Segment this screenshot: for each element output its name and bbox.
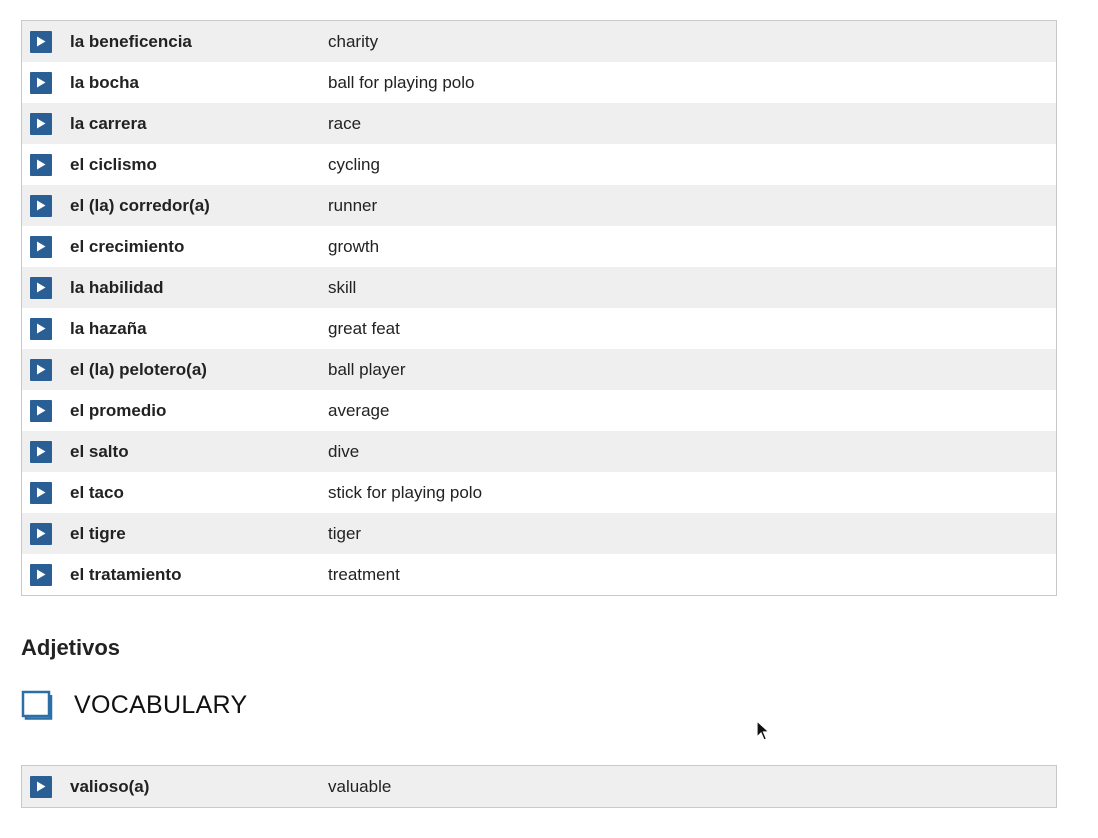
play-icon: [37, 364, 46, 375]
vocab-meaning: runner: [328, 195, 378, 215]
vocab-meaning: charity: [328, 31, 379, 51]
vocab-word: el ciclismo: [70, 154, 157, 174]
play-icon: [37, 446, 46, 457]
vocab-row: valioso(a) valuable: [22, 766, 1056, 807]
play-icon: [37, 118, 46, 129]
vocab-word: la carrera: [70, 113, 147, 133]
play-icon: [37, 405, 46, 416]
play-icon: [37, 487, 46, 498]
play-icon: [37, 200, 46, 211]
vocab-meaning: great feat: [328, 318, 400, 338]
vocab-word: la bocha: [70, 72, 139, 92]
play-icon: [37, 77, 46, 88]
vocab-meaning: cycling: [328, 154, 380, 174]
mouse-cursor-icon: [756, 720, 770, 741]
vocab-row: la habilidad skill: [22, 267, 1056, 308]
vocab-row: el (la) pelotero(a) ball player: [22, 349, 1056, 390]
vocab-row: la carrera race: [22, 103, 1056, 144]
vocab-meaning: race: [328, 113, 362, 133]
play-icon: [37, 323, 46, 334]
adjective-vocabulary-table: valioso(a) valuable: [21, 765, 1057, 808]
vocab-word: la habilidad: [70, 277, 164, 297]
play-audio-button[interactable]: [30, 30, 52, 53]
play-icon: [37, 241, 46, 252]
vocab-meaning: stick for playing polo: [328, 482, 483, 502]
play-icon: [37, 282, 46, 293]
vocab-word: la hazaña: [70, 318, 147, 338]
play-audio-button[interactable]: [30, 522, 52, 545]
book-icon: [21, 690, 53, 720]
play-audio-button[interactable]: [30, 153, 52, 176]
play-icon: [37, 781, 46, 792]
vocab-word: el salto: [70, 441, 129, 461]
play-icon: [37, 159, 46, 170]
vocab-meaning: average: [328, 400, 390, 420]
play-audio-button[interactable]: [30, 317, 52, 340]
play-audio-button[interactable]: [30, 194, 52, 217]
vocab-meaning: ball for playing polo: [328, 72, 475, 92]
play-audio-button[interactable]: [30, 235, 52, 258]
play-icon: [37, 36, 46, 47]
vocab-row: el (la) corredor(a) runner: [22, 185, 1056, 226]
vocab-row: el crecimiento growth: [22, 226, 1056, 267]
vocab-word: el (la) corredor(a): [70, 195, 210, 215]
play-audio-button[interactable]: [30, 399, 52, 422]
vocab-word: el tratamiento: [70, 564, 182, 584]
vocab-row: el tratamiento treatment: [22, 554, 1056, 595]
play-audio-button[interactable]: [30, 71, 52, 94]
vocab-meaning: ball player: [328, 359, 406, 379]
play-audio-button[interactable]: [30, 358, 52, 381]
vocab-meaning: treatment: [328, 564, 400, 584]
play-icon: [37, 569, 46, 580]
noun-vocabulary-table: la beneficencia charity la bocha ball for p…: [21, 20, 1057, 596]
vocab-word: el promedio: [70, 400, 167, 420]
vocab-row: el ciclismo cycling: [22, 144, 1056, 185]
vocab-meaning: tiger: [328, 523, 362, 543]
vocab-row: la beneficencia charity: [22, 21, 1056, 62]
play-icon: [37, 528, 46, 539]
vocab-word: el tigre: [70, 523, 126, 543]
vocab-row: el taco stick for playing polo: [22, 472, 1056, 513]
play-audio-button[interactable]: [30, 775, 52, 798]
vocabulary-label[interactable]: VOCABULARY: [74, 691, 247, 720]
vocab-meaning: dive: [328, 441, 360, 461]
vocab-word: el taco: [70, 482, 124, 502]
section-heading-adjetivos: Adjetivos: [21, 635, 121, 660]
vocab-word: el crecimiento: [70, 236, 185, 256]
vocab-row: la hazaña great feat: [22, 308, 1056, 349]
vocab-row: el promedio average: [22, 390, 1056, 431]
play-audio-button[interactable]: [30, 276, 52, 299]
vocab-word: el (la) pelotero(a): [70, 359, 207, 379]
play-audio-button[interactable]: [30, 563, 52, 586]
play-audio-button[interactable]: [30, 481, 52, 504]
vocab-row: el tigre tiger: [22, 513, 1056, 554]
vocab-word: la beneficencia: [70, 31, 192, 51]
vocabulary-link[interactable]: VOCABULARY: [21, 690, 247, 720]
vocab-meaning: growth: [328, 236, 380, 256]
play-audio-button[interactable]: [30, 440, 52, 463]
vocab-word: valioso(a): [70, 776, 150, 796]
vocab-row: la bocha ball for playing polo: [22, 62, 1056, 103]
vocab-row: el salto dive: [22, 431, 1056, 472]
vocab-meaning: skill: [328, 277, 357, 297]
vocab-meaning: valuable: [328, 776, 392, 796]
play-audio-button[interactable]: [30, 112, 52, 135]
